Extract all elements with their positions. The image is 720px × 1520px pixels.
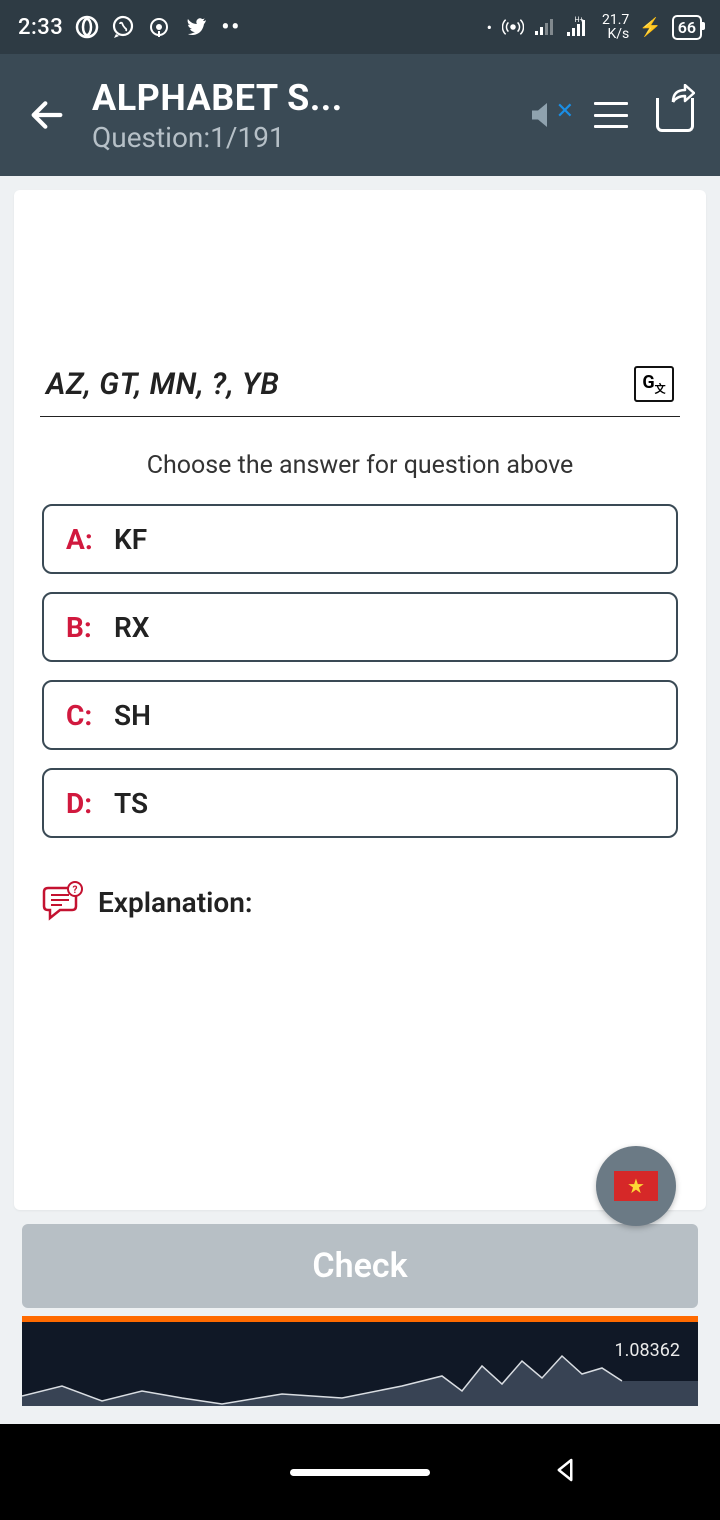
- explanation-row: ? Explanation:: [40, 880, 680, 924]
- option-letter: B:: [66, 611, 114, 644]
- option-text: KF: [114, 523, 147, 556]
- twitter-icon: [183, 15, 209, 39]
- status-time: 2:33: [18, 15, 63, 40]
- vietnam-flag-icon: ★: [614, 1171, 658, 1201]
- more-notifications-icon: ••: [221, 15, 241, 40]
- appbar-titles: ALPHABET S... Question:1/191: [82, 77, 522, 154]
- share-button[interactable]: [656, 98, 694, 132]
- question-row: AZ, GT, MN, ?, YB G文: [40, 366, 680, 417]
- location-icon: [147, 15, 171, 39]
- check-label: Check: [312, 1246, 407, 1286]
- mute-x-icon: ✕: [556, 99, 574, 124]
- svg-text:?: ?: [73, 885, 78, 896]
- network-speed: 21.7 K/s: [602, 13, 629, 41]
- question-counter: Question:1/191: [92, 121, 522, 154]
- status-right: • H+ 21.7 K/s ⚡ 66: [487, 13, 702, 41]
- home-indicator[interactable]: [290, 1469, 430, 1476]
- battery-indicator: 66: [672, 15, 702, 40]
- opera-icon: [75, 15, 99, 39]
- option-letter: D:: [66, 787, 114, 820]
- option-letter: C:: [66, 699, 114, 732]
- translate-button[interactable]: G文: [634, 366, 674, 402]
- page-body: AZ, GT, MN, ?, YB G文 Choose the answer f…: [0, 176, 720, 1424]
- ad-chart-icon: [22, 1346, 698, 1406]
- option-b[interactable]: B: RX: [42, 592, 678, 662]
- options-list: A: KF B: RX C: SH D: TS: [40, 504, 680, 838]
- share-arrow-icon: [671, 84, 695, 104]
- system-back-button[interactable]: [550, 1455, 580, 1489]
- app-bar: ALPHABET S... Question:1/191 ✕: [0, 54, 720, 176]
- translate-icon: G文: [642, 372, 665, 397]
- dot-icon: •: [487, 18, 492, 37]
- mute-button[interactable]: ✕: [522, 93, 566, 137]
- option-d[interactable]: D: TS: [42, 768, 678, 838]
- option-c[interactable]: C: SH: [42, 680, 678, 750]
- prompt-text: Choose the answer for question above: [40, 451, 680, 480]
- option-text: RX: [114, 611, 150, 644]
- explanation-label: Explanation:: [98, 886, 253, 919]
- page-title: ALPHABET S...: [92, 77, 522, 119]
- hotspot-icon: [502, 16, 524, 38]
- status-bar: 2:33 •• • H+ 21.7 K/s ⚡ 66: [0, 0, 720, 54]
- whatsapp-icon: [111, 15, 135, 39]
- explanation-icon: ?: [42, 880, 86, 924]
- appbar-actions: ✕: [522, 93, 708, 137]
- option-text: TS: [114, 787, 148, 820]
- system-nav-bar: [0, 1424, 720, 1520]
- charging-icon: ⚡: [639, 17, 661, 38]
- question-card: AZ, GT, MN, ?, YB G文 Choose the answer f…: [14, 190, 706, 1210]
- language-fab[interactable]: ★: [596, 1146, 676, 1226]
- arrow-left-icon: [27, 95, 67, 135]
- signal-icon: [534, 17, 556, 37]
- triangle-back-icon: [550, 1455, 580, 1485]
- status-left: 2:33 ••: [18, 15, 241, 40]
- question-text: AZ, GT, MN, ?, YB: [46, 367, 279, 402]
- option-letter: A:: [66, 523, 114, 556]
- menu-button[interactable]: [594, 102, 628, 128]
- menu-icon: [594, 102, 628, 105]
- signal2-icon: H+: [566, 16, 592, 38]
- option-text: SH: [114, 699, 151, 732]
- check-button[interactable]: Check: [22, 1224, 698, 1308]
- back-button[interactable]: [12, 80, 82, 150]
- ad-banner[interactable]: 1.08362: [22, 1316, 698, 1406]
- option-a[interactable]: A: KF: [42, 504, 678, 574]
